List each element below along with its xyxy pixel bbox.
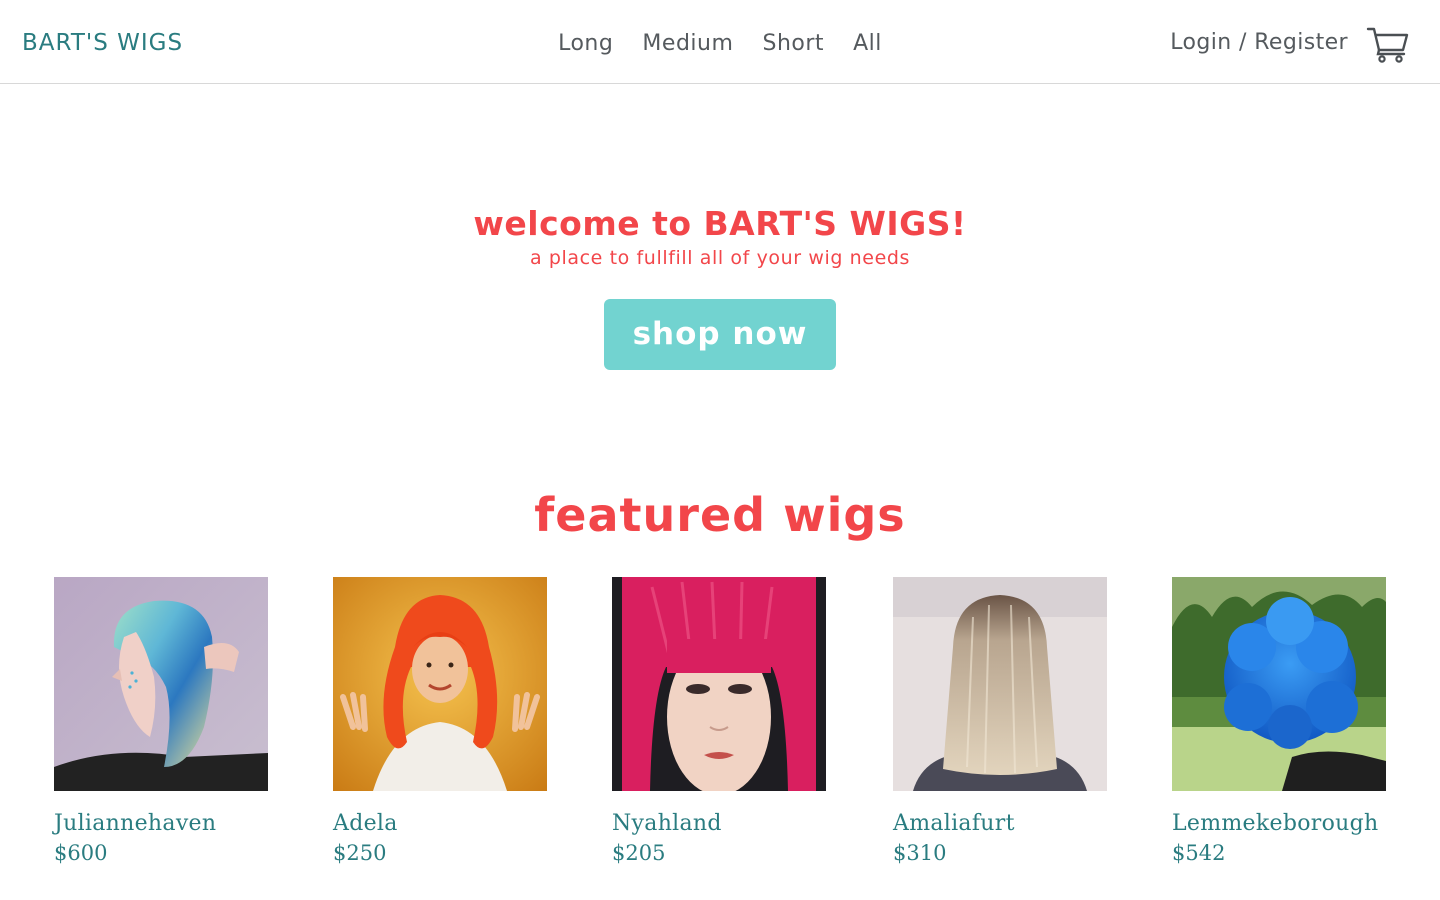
product-price: $250 — [333, 841, 387, 865]
nav-link-short[interactable]: Short — [762, 31, 824, 56]
hero-subtitle: a place to fullfill all of your wig need… — [529, 247, 911, 269]
nav-link-medium[interactable]: Medium — [642, 31, 733, 56]
product-price: $542 — [1172, 841, 1226, 865]
login-register-link[interactable]: Login / Register — [1170, 30, 1348, 55]
nav-link-all[interactable]: All — [853, 31, 882, 56]
top-navbar: BART'S WIGS Long Medium Short All Login … — [0, 0, 1440, 84]
product-image[interactable] — [1172, 577, 1386, 791]
product-card[interactable]: Amaliafurt $310 — [893, 577, 1107, 865]
product-card[interactable]: Adela $250 — [333, 577, 547, 865]
product-name[interactable]: Nyahland — [612, 811, 722, 836]
product-image[interactable] — [54, 577, 268, 791]
product-image[interactable] — [333, 577, 547, 791]
product-card[interactable]: Lemmekeborough $542 — [1172, 577, 1386, 865]
product-image[interactable] — [893, 577, 1107, 791]
product-name[interactable]: Adela — [333, 811, 398, 836]
product-card[interactable]: Juliannehaven $600 — [54, 577, 268, 865]
featured-section-title: featured wigs — [534, 488, 906, 542]
product-price: $310 — [893, 841, 947, 865]
product-price: $205 — [612, 841, 666, 865]
product-image[interactable] — [612, 577, 826, 791]
shopping-cart-icon[interactable] — [1366, 26, 1410, 64]
product-price: $600 — [54, 841, 108, 865]
shop-now-button[interactable]: shop now — [604, 299, 836, 370]
product-name[interactable]: Juliannehaven — [54, 811, 216, 836]
nav-link-long[interactable]: Long — [558, 31, 613, 56]
hero-title: welcome to BART'S WIGS! — [473, 204, 967, 243]
product-name[interactable]: Lemmekeborough — [1172, 811, 1378, 836]
product-name[interactable]: Amaliafurt — [893, 811, 1015, 836]
product-card[interactable]: Nyahland $205 — [612, 577, 826, 865]
